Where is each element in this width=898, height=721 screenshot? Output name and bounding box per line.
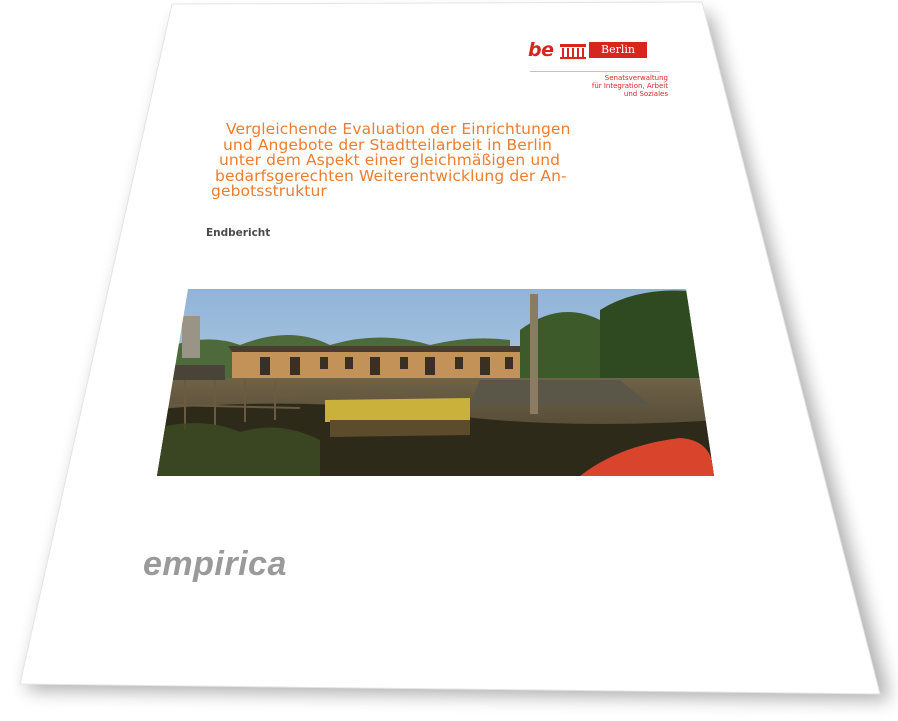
cover-photo [157,289,714,476]
document-cover-scene: be Berlin Senatsverwaltung für Integrati… [0,0,898,721]
publisher-logo: empirica [143,545,287,583]
